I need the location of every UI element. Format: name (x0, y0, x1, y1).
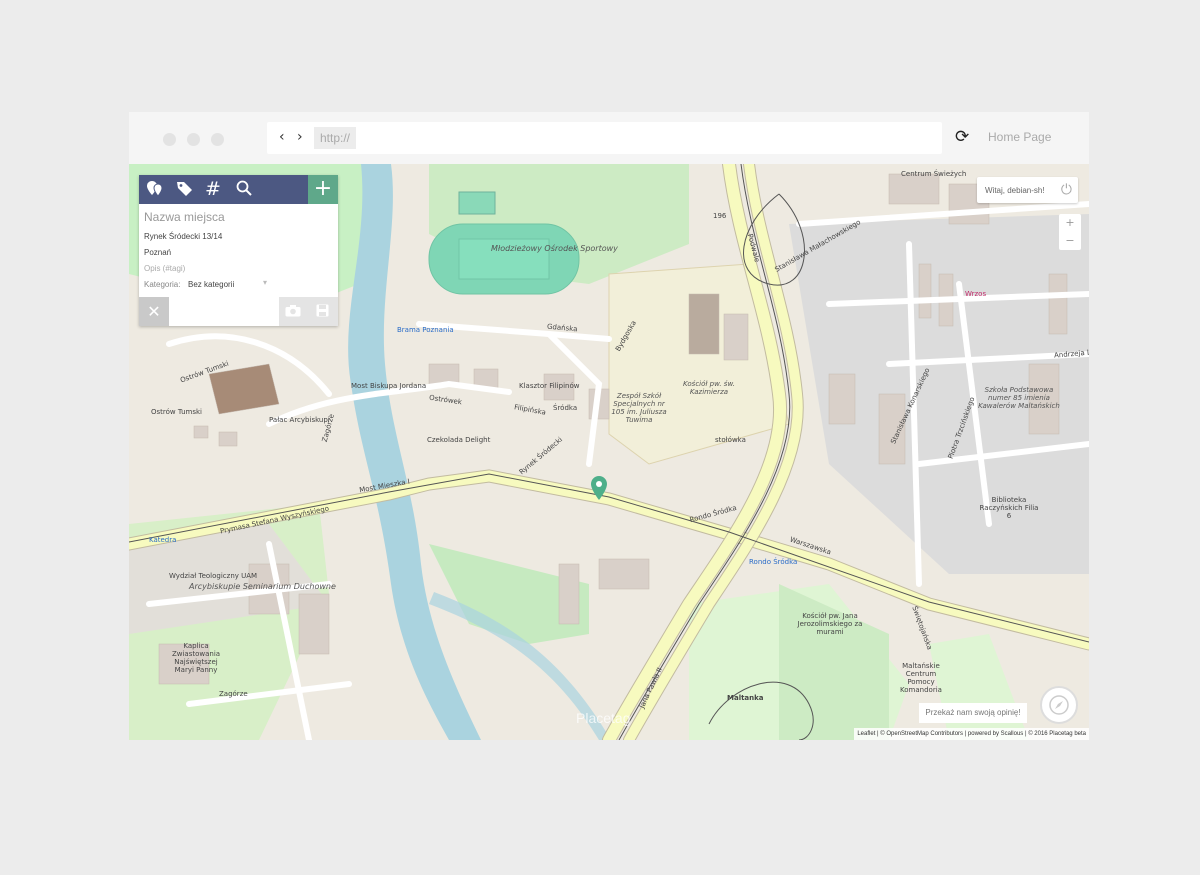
map-view[interactable]: Młodzieżowy Ośrodek Sportowy Arcybiskupi… (129, 164, 1089, 740)
map-poi-komandoria: Maltańskie Centrum Pomocy Komandoria (900, 662, 942, 694)
map-poi-wrzos: Wrzos (965, 290, 987, 298)
search-icon[interactable] (235, 179, 253, 202)
chevron-down-icon[interactable]: ▾ (263, 278, 267, 287)
minimize-window-dot[interactable] (187, 133, 200, 146)
map-poi-maltanka: Maltanka (727, 694, 764, 702)
power-icon[interactable]: ⏻ (1061, 182, 1072, 198)
map-label-sports-center: Młodzieżowy Ośrodek Sportowy (491, 244, 618, 253)
city-field[interactable]: Poznań (144, 248, 171, 257)
map-poi-centrum: Centrum Świeżych (901, 170, 967, 178)
category-label: Kategoria: (144, 280, 181, 289)
map-poi-czekolada: Czekolada Delight (427, 436, 491, 444)
map-street-most-jordana: Most Biskupa Jordana (351, 382, 427, 390)
map-poi-kosciol-jana: Kościół pw. Jana Jerozolimskiego za mura… (797, 612, 863, 636)
map-label-school: Szkoła Podstawowa numer 85 imienia Kawal… (978, 386, 1060, 410)
locate-button[interactable] (1040, 686, 1078, 724)
map-poi-klasztor: Klasztor Filipinów (519, 382, 580, 390)
close-window-dot[interactable] (163, 133, 176, 146)
compass-icon (1049, 695, 1069, 715)
map-attribution: Leaflet | © OpenStreetMap Contributors |… (854, 728, 1089, 740)
map-poi-route-196: 196 (713, 212, 727, 220)
address-field[interactable]: Rynek Śródecki 13/14 (144, 232, 222, 241)
user-welcome-box: Witaj, debian-sh! ⏻ (977, 177, 1078, 203)
welcome-text: Witaj, debian-sh! (985, 186, 1045, 195)
zoom-in-button[interactable]: + (1059, 214, 1081, 232)
add-place-button[interactable]: + (308, 175, 338, 204)
map-poi-wydzial: Wydział Teologiczny UAM (169, 572, 258, 580)
home-page-link[interactable]: Home Page (988, 130, 1051, 144)
window-controls (163, 133, 224, 146)
map-label-special-school: Zespół Szkół Specjalnych nr 105 im. Juli… (611, 392, 667, 424)
map-poi-kaplica: Kaplica Zwiastowania Najświętszej Maryi … (171, 642, 221, 674)
browser-chrome: ‹ › http:// ⟳ Home Page (129, 112, 1089, 164)
tags-icon[interactable] (175, 179, 195, 204)
description-input[interactable]: Opis (#tagi) (144, 264, 185, 273)
map-label-church-kazimierz: Kościół pw. św. Kazimierza (683, 380, 735, 396)
map-street-zagorze-2: Zagórze (219, 690, 248, 698)
photo-caption-input[interactable] (169, 297, 279, 326)
add-place-panel: # + Nazwa miejsca Rynek Śródecki 13/14 P… (139, 175, 338, 326)
panel-footer: ✕ (139, 297, 338, 326)
hashtag-icon[interactable]: # (205, 179, 221, 199)
browser-window: ‹ › http:// ⟳ Home Page Młodzieżowy Ośro… (129, 112, 1089, 740)
location-pin-icon[interactable] (591, 476, 607, 500)
map-poi-biblioteka: Biblioteka Raczyńskich Filia 6 (979, 496, 1039, 520)
panel-toolbar: # + (139, 175, 338, 204)
close-button[interactable]: ✕ (139, 297, 169, 326)
zoom-control: + − (1059, 214, 1081, 250)
address-bar: ‹ › http:// (267, 122, 942, 154)
map-poi-rondo-srodka: Rondo Śródka (749, 558, 798, 566)
category-select[interactable]: Bez kategorii (188, 280, 234, 289)
place-name-input[interactable]: Nazwa miejsca (144, 210, 225, 224)
map-poi-srodka: Śródka (553, 404, 578, 412)
maximize-window-dot[interactable] (211, 133, 224, 146)
camera-icon[interactable] (285, 304, 301, 320)
zoom-out-button[interactable]: − (1059, 232, 1081, 250)
placetag-watermark: Placetag (576, 710, 631, 726)
map-poi-katedra: Katedra (149, 536, 177, 544)
places-icon[interactable] (145, 179, 165, 204)
map-poi-stolowka: stołówka (715, 436, 746, 444)
feedback-button[interactable]: Przekaż nam swoją opinię! (919, 703, 1027, 723)
map-label-seminary: Arcybiskupie Seminarium Duchowne (189, 582, 336, 591)
map-poi-ostrow: Ostrów Tumski (151, 408, 202, 416)
map-poi-brama: Brama Poznania (397, 326, 454, 334)
nav-arrows-icon[interactable]: ‹ › (279, 129, 307, 145)
save-icon[interactable] (316, 304, 329, 320)
reload-icon[interactable]: ⟳ (955, 127, 969, 147)
url-input[interactable]: http:// (314, 127, 357, 149)
map-poi-palac: Pałac Arcybiskupi (269, 416, 330, 424)
